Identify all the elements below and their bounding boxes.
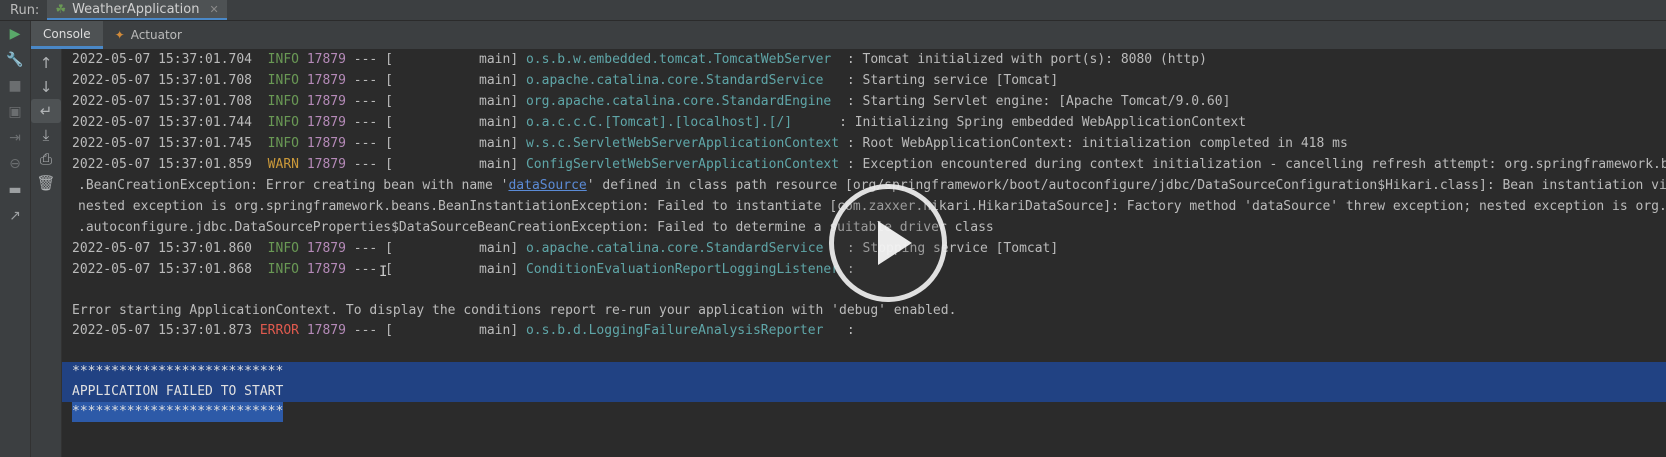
- print-icon[interactable]: ⎙: [31, 147, 61, 171]
- settings-wrench-icon[interactable]: 🔧: [0, 47, 30, 73]
- log-line: 2022-05-07 15:37:01.708 INFO 17879 --- […: [72, 73, 1059, 88]
- banner-stars-top: ***************************: [72, 364, 284, 379]
- close-icon[interactable]: ✕: [209, 3, 218, 16]
- run-side-toolbar: ▶ 🔧 ■ ▣ ⇥ ⊖ ▬ ↗: [0, 21, 31, 457]
- console-tab-bar: Console ✦ Actuator: [31, 21, 1666, 49]
- plain-error-line: Error starting ApplicationContext. To di…: [72, 303, 957, 318]
- trash-icon[interactable]: 🗑: [31, 171, 61, 195]
- log-line: 2022-05-07 15:37:01.868 INFO 17879 --- […: [72, 262, 855, 277]
- run-tab-weather-application[interactable]: ☘ WeatherApplication ✕: [47, 0, 227, 20]
- hide-icon[interactable]: ⊖: [0, 151, 30, 177]
- rerun-button[interactable]: ▶: [0, 21, 30, 47]
- tab-actuator[interactable]: ✦ Actuator: [103, 21, 194, 49]
- camera-icon[interactable]: ▣: [0, 99, 30, 125]
- log-line: 2022-05-07 15:37:01.704 INFO 17879 --- […: [72, 52, 1207, 67]
- soft-wrap-icon[interactable]: ↵: [31, 99, 61, 123]
- exit-icon[interactable]: ⇥: [0, 125, 30, 151]
- banner-stars-bottom: ***************************: [72, 402, 284, 422]
- scroll-to-end-icon[interactable]: ⤓: [31, 123, 61, 147]
- run-tab-title: WeatherApplication: [72, 1, 200, 17]
- selection-highlight: [62, 362, 1666, 402]
- text-cursor-icon: I: [379, 264, 388, 280]
- run-label: Run:: [10, 2, 40, 18]
- log-line: 2022-05-07 15:37:01.708 INFO 17879 --- […: [72, 94, 1231, 109]
- log-line-warn: 2022-05-07 15:37:01.859 WARN 17879 --- […: [72, 157, 1666, 172]
- play-button[interactable]: [829, 184, 947, 302]
- console-toolbar: ↑ ↓ ↵ ⤓ ⎙ 🗑: [31, 49, 62, 457]
- play-icon: [878, 221, 912, 265]
- scroll-down-icon[interactable]: ↓: [31, 75, 61, 99]
- tab-actuator-label: Actuator: [130, 28, 182, 42]
- log-line: 2022-05-07 15:37:01.745 INFO 17879 --- […: [72, 136, 1348, 151]
- layout-icon[interactable]: ▬: [0, 177, 30, 203]
- tab-console[interactable]: Console: [31, 21, 103, 49]
- actuator-icon: ✦: [114, 28, 125, 42]
- log-line-error: 2022-05-07 15:37:01.873 ERROR 17879 --- …: [72, 323, 855, 338]
- datasource-link[interactable]: dataSource: [508, 178, 586, 193]
- log-line: 2022-05-07 15:37:01.744 INFO 17879 --- […: [72, 115, 1247, 130]
- run-toolbar: Run: ☘ WeatherApplication ✕: [0, 0, 1666, 21]
- spring-boot-icon: ☘: [55, 2, 67, 16]
- tab-console-label: Console: [43, 26, 91, 41]
- pin-icon[interactable]: ↗: [0, 203, 30, 229]
- stop-button[interactable]: ■: [0, 73, 30, 99]
- scroll-up-icon[interactable]: ↑: [31, 51, 61, 75]
- banner-title: APPLICATION FAILED TO START: [72, 384, 284, 399]
